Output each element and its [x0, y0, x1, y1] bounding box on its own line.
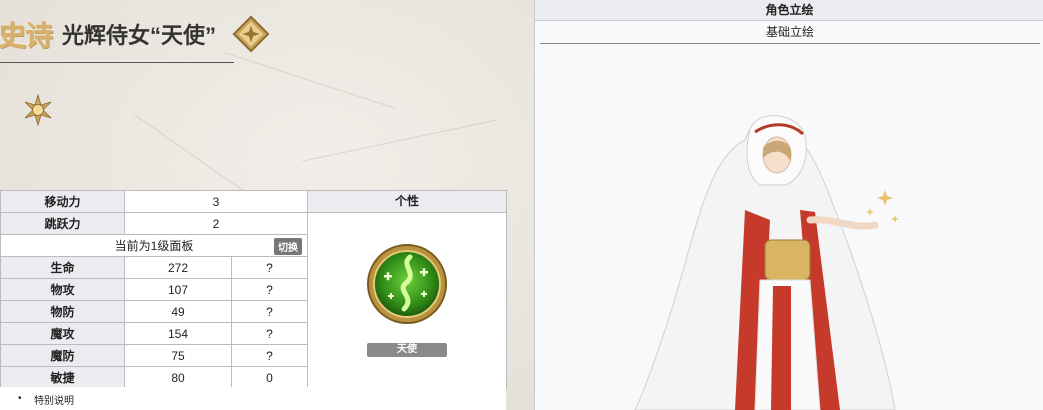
stat-value: 107: [124, 278, 232, 301]
personality-header: 个性: [308, 191, 506, 213]
rarity-label: 史诗: [0, 19, 53, 52]
stat-label: 魔攻: [0, 322, 125, 345]
stat-extra: ?: [231, 344, 308, 367]
stat-value: 80: [124, 366, 232, 389]
map-decoration: [302, 119, 498, 162]
character-portrait: [634, 115, 899, 410]
stat-extra: 0: [231, 366, 308, 389]
portrait-panel: 角色立绘 基础立绘: [534, 0, 1043, 410]
stat-extra: ?: [231, 322, 308, 345]
jump-value: 2: [124, 212, 308, 235]
class-icon: [232, 15, 270, 53]
switch-button[interactable]: 切换: [274, 238, 302, 255]
stat-value: 272: [124, 256, 232, 279]
stat-value: 49: [124, 300, 232, 323]
skill-name[interactable]: 天使: [367, 343, 447, 357]
tab-basic-portrait[interactable]: 基础立绘: [540, 21, 1040, 44]
stat-extra: ?: [231, 300, 308, 323]
stat-label: 物防: [0, 300, 125, 323]
sun-icon: [24, 94, 52, 126]
character-info-panel: 史诗 光辉侍女“天使” 移动力 3 个性 天使 跳跃力 2 当前为1级面板 切换…: [0, 0, 534, 410]
stat-extra: ?: [231, 278, 308, 301]
move-value: 3: [124, 190, 308, 213]
special-note: • 特别说明: [0, 387, 506, 410]
bullet-icon: •: [18, 393, 22, 404]
stat-value: 154: [124, 322, 232, 345]
stat-extra: ?: [231, 256, 308, 279]
panel-level-text: 当前为1级面板: [114, 239, 194, 253]
move-label: 移动力: [0, 190, 125, 213]
stat-label: 物攻: [0, 278, 125, 301]
character-name: 光辉侍女“天使”: [62, 23, 217, 48]
stat-label: 生命: [0, 256, 125, 279]
personality-cell: 个性 天使: [307, 190, 507, 389]
panel-level-row: 当前为1级面板 切换: [0, 234, 308, 257]
stats-table: 移动力 3 个性 天使 跳跃力 2 当前为1级面板 切换 生命 272 ? 物攻…: [0, 190, 507, 389]
skill-icon[interactable]: [366, 243, 448, 325]
title-row: 史诗 光辉侍女“天使”: [0, 14, 270, 54]
stat-label: 敏捷: [0, 366, 125, 389]
stat-value: 75: [124, 344, 232, 367]
stat-label: 魔防: [0, 344, 125, 367]
map-decoration: [224, 52, 396, 109]
jump-label: 跳跃力: [0, 212, 125, 235]
title-divider: [0, 62, 234, 63]
special-note-text: 特别说明: [34, 396, 74, 407]
portrait-panel-title: 角色立绘: [535, 0, 1043, 21]
